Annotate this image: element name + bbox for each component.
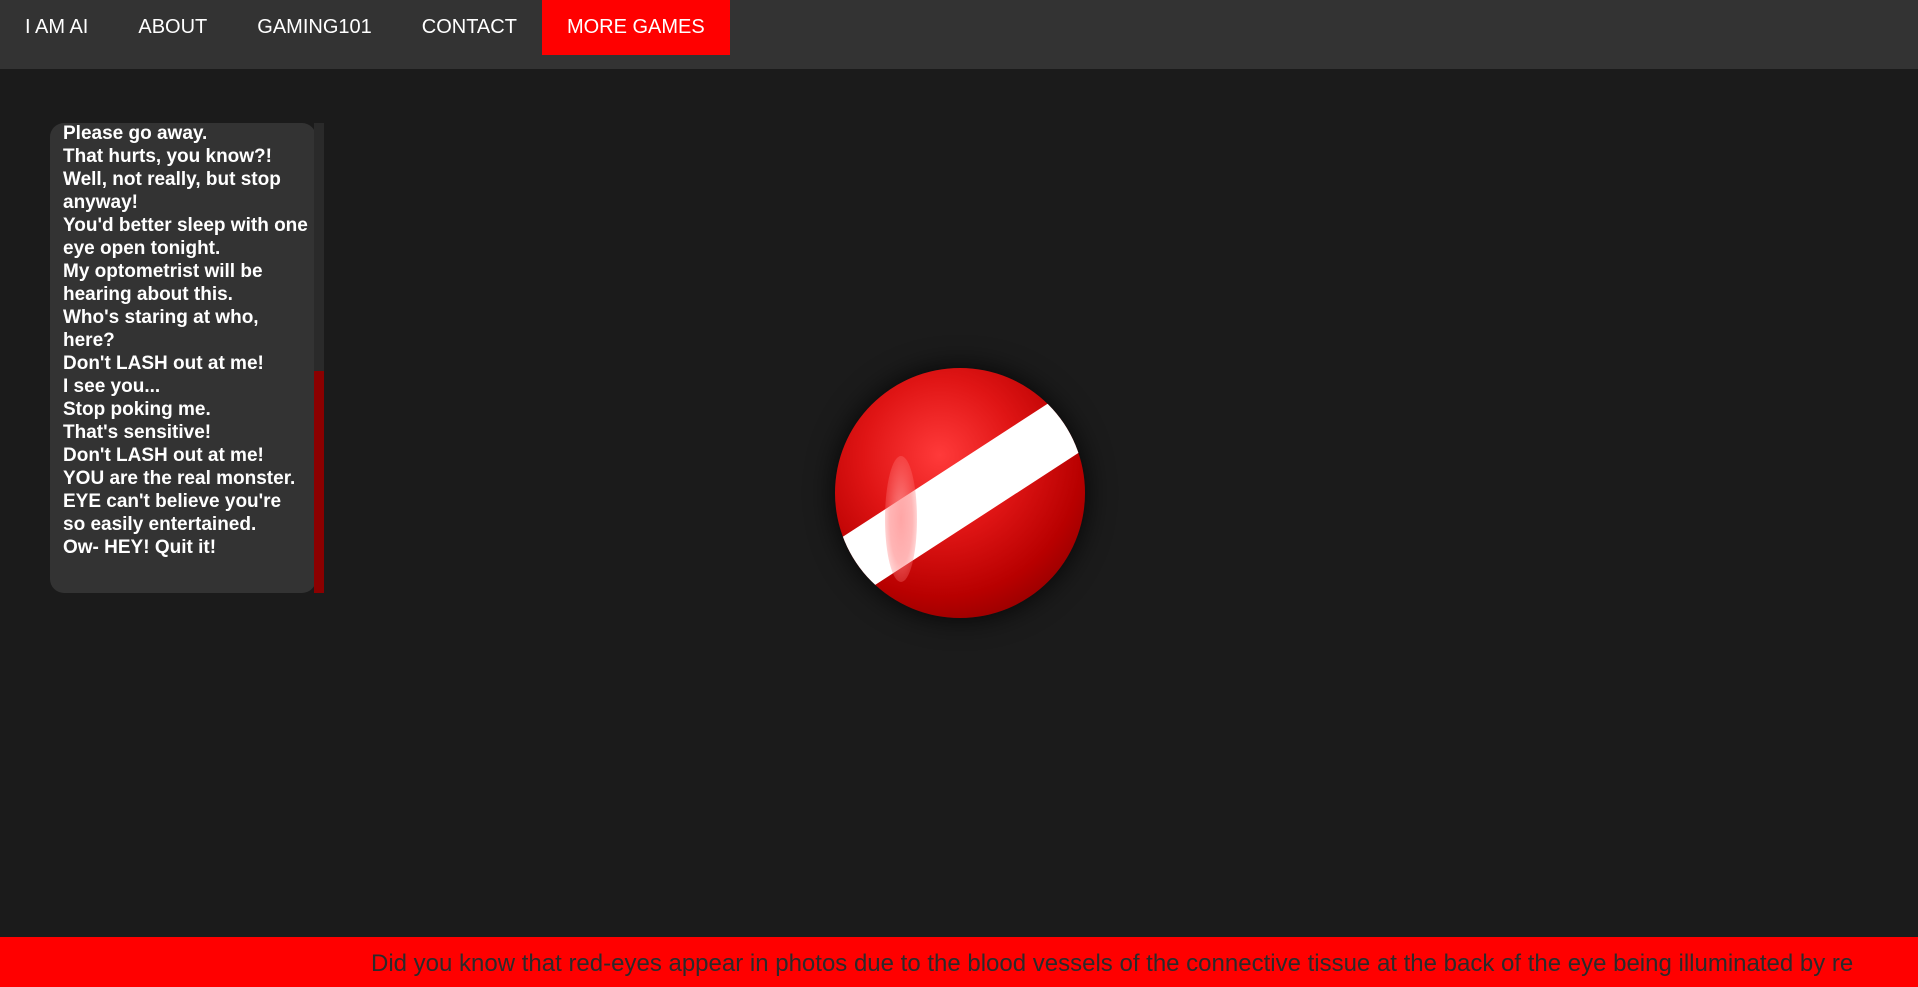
eyelid-band — [835, 375, 1085, 609]
log-message: EYE can't believe you're so easily enter… — [63, 491, 282, 535]
ticker-text: Did you know that red-eyes appear in pho… — [371, 950, 1854, 977]
log-scrollbar[interactable] — [314, 123, 324, 593]
log-message: My optometrist will be hearing about thi… — [63, 261, 263, 305]
nav-item-i-am-ai[interactable]: I AM AI — [0, 0, 113, 55]
message-log-panel: Please go away. That hurts, you know?! W… — [50, 123, 324, 593]
log-message: Don't LASH out at me! — [63, 353, 264, 374]
log-message: YOU are the real monster. — [63, 468, 296, 489]
log-message: Stop poking me. — [63, 399, 211, 420]
nav-item-gaming101[interactable]: GAMING101 — [232, 0, 396, 55]
log-message: That hurts, you know?! — [63, 146, 272, 167]
log-message: Who's staring at who, here? — [63, 307, 259, 351]
fact-ticker: Did you know that red-eyes appear in pho… — [0, 937, 1918, 987]
log-message: Ow- HEY! Quit it! — [63, 537, 217, 558]
log-scrollbar-thumb[interactable] — [314, 371, 324, 593]
message-log[interactable]: Please go away. That hurts, you know?! W… — [50, 123, 316, 593]
log-message: That's sensitive! — [63, 422, 212, 443]
nav-item-contact[interactable]: CONTACT — [397, 0, 542, 55]
eye-stage — [835, 368, 1085, 618]
nav-item-more-games[interactable]: MORE GAMES — [541, 0, 730, 55]
red-eyeball[interactable] — [835, 368, 1085, 618]
log-message: Well, not really, but stop anyway! — [63, 169, 281, 213]
log-message: Please go away. — [63, 123, 208, 144]
log-message: I see you... — [63, 376, 161, 397]
eye-highlight — [885, 456, 917, 582]
nav-item-about[interactable]: ABOUT — [113, 0, 232, 55]
message-log-list: Please go away. That hurts, you know?! W… — [63, 123, 308, 559]
top-nav: I AM AI ABOUT GAMING101 CONTACT MORE GAM… — [0, 0, 1918, 69]
log-message: Don't LASH out at me! — [63, 445, 264, 466]
log-message: You'd better sleep with one eye open ton… — [63, 215, 308, 259]
